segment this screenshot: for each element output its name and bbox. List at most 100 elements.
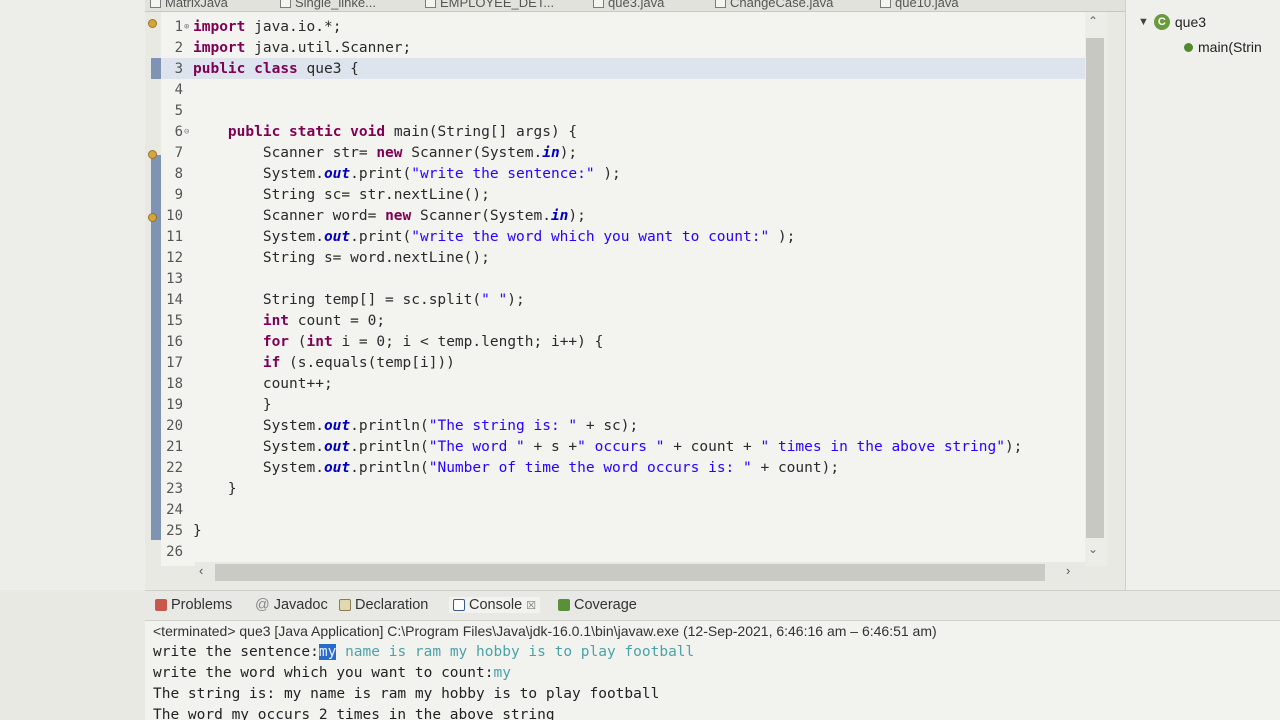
tab-declaration[interactable]: Declaration xyxy=(339,597,428,613)
code-line[interactable]: 8 System.out.print("write the sentence:"… xyxy=(161,163,1085,184)
code-line[interactable]: 26 xyxy=(161,541,1085,562)
coverage-icon xyxy=(558,599,570,611)
code-line[interactable]: 6 ⊖ public static void main(String[] args… xyxy=(161,121,1085,142)
code-text: count++; xyxy=(193,375,333,392)
line-number: 15 xyxy=(166,312,183,329)
line-number: 13 xyxy=(166,270,183,287)
user-input-text[interactable]: my xyxy=(493,665,510,681)
code-line[interactable]: 17 if (s.equals(temp[i])) xyxy=(161,352,1085,373)
code-text: System.out.println("Number of time the w… xyxy=(193,459,840,476)
outline-class-name: que3 xyxy=(1174,14,1207,30)
console-tab-bar: Problems @ Javadoc Declaration Console ☒… xyxy=(145,591,1280,621)
scroll-up-icon[interactable]: ⌃ xyxy=(1088,14,1098,28)
tab-problems-label: Problems xyxy=(171,597,233,613)
horizontal-scroll-thumb[interactable] xyxy=(215,564,1045,581)
code-text: System.out.println("The string is: " + s… xyxy=(193,417,639,434)
editor-tab-bar: MatrixJava Single_linke... EMPLOYEE_DET...… xyxy=(145,0,1130,12)
editor-tab[interactable]: Single_linke... xyxy=(280,0,376,11)
editor-tab[interactable]: EMPLOYEE_DET... xyxy=(425,0,554,11)
line-number: 5 xyxy=(174,102,183,119)
outline-method-item[interactable]: main(Strin xyxy=(1184,39,1262,55)
code-line[interactable]: 18 count++; xyxy=(161,373,1085,394)
method-icon xyxy=(1184,42,1193,52)
console-prompt: write the sentence: xyxy=(153,644,319,660)
code-line[interactable]: 3 public class que3 { xyxy=(161,58,1085,79)
java-file-icon xyxy=(425,0,436,8)
tab-console-label: Console xyxy=(469,597,523,613)
tab-console[interactable]: Console ☒ xyxy=(449,597,541,613)
editor-tab[interactable]: que3.java xyxy=(593,0,664,11)
code-line[interactable]: 15 int count = 0; xyxy=(161,310,1085,331)
scroll-left-icon[interactable]: ‹ xyxy=(199,563,203,578)
left-pane xyxy=(0,0,145,590)
tab-coverage[interactable]: Coverage xyxy=(558,597,637,613)
close-icon[interactable]: ☒ xyxy=(526,599,536,612)
code-text: } xyxy=(193,522,202,539)
tab-problems[interactable]: Problems xyxy=(155,597,232,613)
tab-javadoc[interactable]: @ Javadoc xyxy=(255,597,328,613)
code-line[interactable]: 12 String s= word.nextLine(); xyxy=(161,247,1085,268)
editor-tab[interactable]: que10.java xyxy=(880,0,959,11)
java-file-icon xyxy=(150,0,161,8)
editor-ruler xyxy=(145,12,161,566)
console-panel: Problems @ Javadoc Declaration Console ☒… xyxy=(145,590,1280,720)
line-number: 21 xyxy=(166,438,183,455)
code-line[interactable]: 24 xyxy=(161,499,1085,520)
outline-class-item[interactable]: ▼ C que3 xyxy=(1138,14,1206,30)
code-line[interactable]: 11 System.out.print("write the word whic… xyxy=(161,226,1085,247)
vertical-scroll-thumb[interactable] xyxy=(1086,38,1104,538)
line-number: 23 xyxy=(166,480,183,497)
fold-toggle-icon[interactable]: ⊕ xyxy=(183,22,192,32)
code-line[interactable]: 13 xyxy=(161,268,1085,289)
code-text: public class que3 { xyxy=(193,60,359,77)
editor-tab[interactable]: MatrixJava xyxy=(150,0,228,11)
java-file-icon xyxy=(280,0,291,8)
warning-marker-icon[interactable] xyxy=(148,213,157,222)
code-line[interactable]: 2 import java.util.Scanner; xyxy=(161,37,1085,58)
console-icon xyxy=(453,599,465,611)
console-output-line[interactable]: The word my occurs 2 times in the above … xyxy=(153,707,555,720)
console-output-line[interactable]: write the word which you want to count:m… xyxy=(153,665,511,681)
editor-tab-label: ChangeCase.java xyxy=(730,0,834,10)
editor-tab[interactable]: ChangeCase.java xyxy=(715,0,833,11)
code-text: Scanner word= new Scanner(System.in); xyxy=(193,207,586,224)
chevron-down-icon[interactable]: ▼ xyxy=(1138,16,1149,28)
code-line[interactable]: 9 String sc= str.nextLine(); xyxy=(161,184,1085,205)
scroll-right-icon[interactable]: › xyxy=(1066,563,1070,578)
line-number: 25 xyxy=(166,522,183,539)
code-line[interactable]: 10 Scanner word= new Scanner(System.in); xyxy=(161,205,1085,226)
code-line[interactable]: 16 for (int i = 0; i < temp.length; i++)… xyxy=(161,331,1085,352)
code-editor[interactable]: 1 ⊕ import java.io.*; 2 import java.util.Sca… xyxy=(145,12,1085,566)
console-output-line[interactable]: write the sentence:my name is ram my hob… xyxy=(153,644,694,660)
console-output-line[interactable]: The string is: my name is ram my hobby i… xyxy=(153,686,659,702)
code-line[interactable]: 22 System.out.println("Number of time th… xyxy=(161,457,1085,478)
warning-marker-icon[interactable] xyxy=(148,19,157,28)
line-number: 8 xyxy=(174,165,183,182)
line-number: 22 xyxy=(166,459,183,476)
java-file-icon xyxy=(715,0,726,8)
line-number: 1 xyxy=(174,18,183,35)
outline-panel: ▼ C que3 main(Strin xyxy=(1125,0,1280,590)
tab-declaration-label: Declaration xyxy=(355,597,429,613)
fold-toggle-icon[interactable]: ⊖ xyxy=(183,127,192,137)
warning-marker-icon[interactable] xyxy=(148,150,157,159)
selected-text[interactable]: my xyxy=(318,644,337,660)
code-line[interactable]: 4 xyxy=(161,79,1085,100)
code-line[interactable]: 21 System.out.println("The word " + s +"… xyxy=(161,436,1085,457)
line-number: 19 xyxy=(166,396,183,413)
code-line[interactable]: 14 String temp[] = sc.split(" "); xyxy=(161,289,1085,310)
code-line[interactable]: 1 ⊕ import java.io.*; xyxy=(161,16,1085,37)
code-line[interactable]: 5 xyxy=(161,100,1085,121)
code-line[interactable]: 7 Scanner str= new Scanner(System.in); xyxy=(161,142,1085,163)
code-line[interactable]: 23 } xyxy=(161,478,1085,499)
java-file-icon xyxy=(593,0,604,8)
code-text: String sc= str.nextLine(); xyxy=(193,186,490,203)
scroll-down-icon[interactable]: ⌄ xyxy=(1088,542,1098,556)
user-input-text[interactable]: name is ram my hobby is to play football xyxy=(336,644,694,660)
code-line[interactable]: 25} xyxy=(161,520,1085,541)
line-number: 16 xyxy=(166,333,183,350)
code-text: Scanner str= new Scanner(System.in); xyxy=(193,144,578,161)
declaration-icon xyxy=(339,599,351,611)
code-line[interactable]: 19 } xyxy=(161,394,1085,415)
code-line[interactable]: 20 System.out.println("The string is: " … xyxy=(161,415,1085,436)
